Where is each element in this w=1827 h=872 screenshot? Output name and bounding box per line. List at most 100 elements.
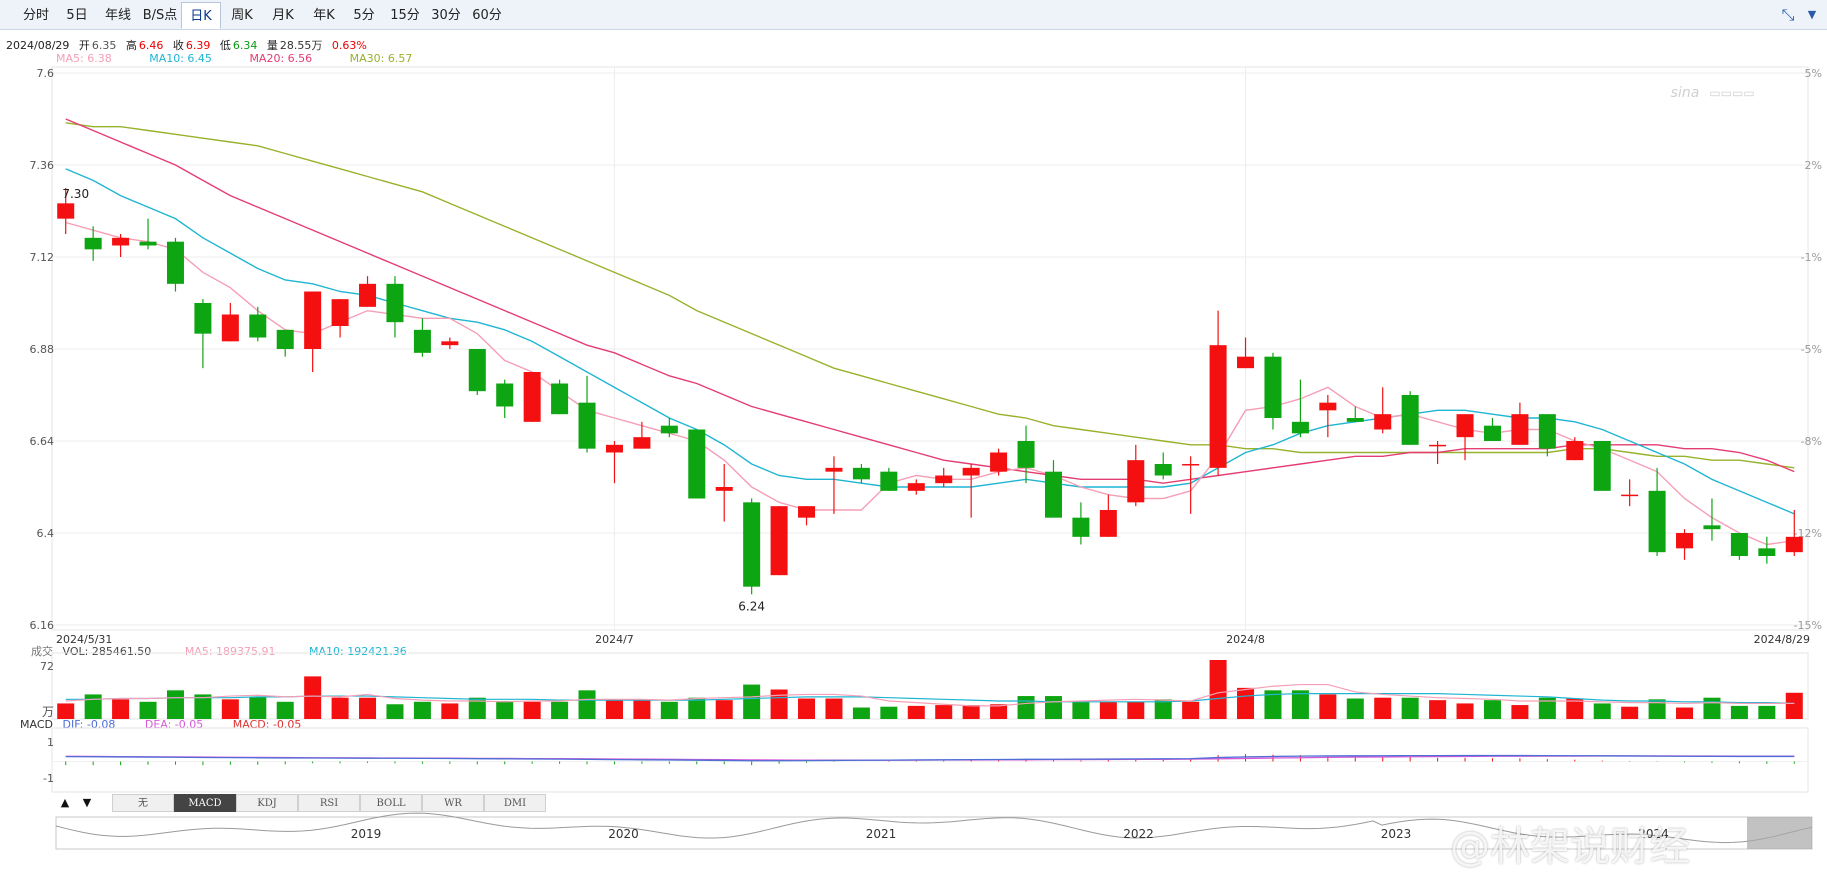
candle-body: [1264, 356, 1282, 418]
candle-body: [1237, 356, 1255, 369]
volume-bar: [1237, 687, 1255, 719]
indicator-tab-1[interactable]: MACD: [174, 794, 236, 812]
candle-body: [1429, 444, 1447, 447]
candle-body: [770, 506, 788, 576]
scroll-up-icon[interactable]: ▲: [56, 794, 74, 812]
volume-bar: [660, 701, 678, 719]
kline-chart[interactable]: sina ▭▭▭▭ 7.6 7.36 7.12 6.88 6.64 6.4 6.16 5% 2…: [0, 0, 1827, 862]
indicator-tab-5[interactable]: WR: [422, 794, 484, 812]
candle-body: [386, 283, 404, 323]
macd-ymax-label: 1: [47, 736, 54, 749]
ma10-line: [65, 168, 1795, 515]
period-tab-bar: 分时 5日 年线 B/S点 日K 周K 月K 年K 5分 15分 30分 60分 ⤡ ▼: [0, 0, 1827, 30]
macd-ymin-label: -1: [43, 772, 54, 785]
tab-10[interactable]: 30分: [426, 2, 466, 29]
candles: [57, 188, 1803, 595]
candle-body: [798, 506, 816, 518]
volume-bar: [331, 697, 349, 719]
high-value: 6.46: [138, 39, 164, 52]
candle-body: [1456, 414, 1474, 438]
tab-11[interactable]: 60分: [467, 2, 507, 29]
tab-6[interactable]: 月K: [263, 2, 303, 29]
volume-bar: [551, 701, 569, 719]
tab-7[interactable]: 年K: [304, 2, 344, 29]
candle-body: [1291, 421, 1309, 434]
volume-bar: [1703, 697, 1721, 719]
volume-bar: [139, 701, 157, 719]
tab-0[interactable]: 分时: [16, 2, 56, 29]
tab-2[interactable]: 年线: [98, 2, 138, 29]
macd-axis: 1 -1: [43, 736, 54, 785]
candle-body: [523, 372, 541, 422]
indicator-tab-6[interactable]: DMI: [484, 794, 546, 812]
tab-1[interactable]: 5日: [57, 2, 97, 29]
tab-5[interactable]: 周K: [222, 2, 262, 29]
volume-bar: [523, 701, 541, 719]
chevron-down-icon[interactable]: ▼: [1803, 6, 1821, 24]
tab-4[interactable]: 日K: [181, 2, 221, 29]
volume-bar: [84, 694, 102, 719]
candle-body: [825, 467, 843, 472]
macd-panel-frame: [51, 727, 1809, 793]
fullscreen-icon[interactable]: ⤡: [1779, 6, 1797, 24]
candle-body: [1593, 441, 1611, 491]
x-tick-label: 2024/8: [1226, 633, 1265, 646]
ma-lines: [65, 118, 1795, 546]
volume-bar: [359, 697, 377, 719]
volume-axis: 72 万: [40, 660, 54, 719]
volume-bar: [221, 699, 239, 719]
candle-body: [688, 429, 706, 499]
ma30-legend: MA30: 6.57: [349, 52, 413, 65]
info-date: 2024/08/29: [6, 39, 70, 52]
candle-body: [633, 437, 651, 449]
volume-bar: [1182, 701, 1200, 719]
right-tick-label: -5%: [1801, 343, 1822, 356]
candle-body: [1209, 345, 1227, 468]
volume-bar: [1209, 660, 1227, 719]
macd-histogram: [65, 754, 1795, 766]
volume-bar: [1758, 705, 1776, 719]
indicator-tab-0[interactable]: 无: [112, 794, 174, 812]
volume-bar: [880, 706, 898, 719]
right-tick-label: -1%: [1801, 251, 1822, 264]
candle-body: [1703, 525, 1721, 530]
candle-body: [249, 314, 267, 338]
price-annotations: 7.30 6.24: [62, 187, 765, 613]
candle-body: [743, 502, 761, 587]
candle-body: [496, 383, 514, 407]
volume-bar: [194, 694, 212, 719]
candle-body: [166, 241, 184, 284]
indicator-tab-3[interactable]: RSI: [298, 794, 360, 812]
price-panel-frame: [51, 66, 1809, 631]
volume-bar: [962, 705, 980, 719]
low-label: 低: [219, 39, 231, 52]
overview-year-label: 2019: [351, 827, 382, 841]
volume-ymax-label: 72: [40, 660, 54, 673]
change-value: 0.63%: [331, 39, 367, 52]
indicator-tab-2[interactable]: KDJ: [236, 794, 298, 812]
volume-bar: [743, 684, 761, 719]
right-axis-labels: 5% 2% -1% -5% -8% -12% -15%: [1794, 67, 1822, 632]
right-tick-label: -12%: [1794, 527, 1822, 540]
watermark: @林架说财经: [1450, 824, 1690, 870]
volume-bar: [1483, 700, 1501, 719]
volume-bar: [1621, 706, 1639, 719]
tab-8[interactable]: 5分: [344, 2, 384, 29]
macd-lines: [65, 754, 1795, 762]
volume-bar: [57, 703, 75, 719]
volume-bar: [1511, 705, 1529, 719]
candle-body: [331, 299, 349, 326]
right-tick-label: -8%: [1801, 435, 1822, 448]
tab-3[interactable]: B/S点: [140, 2, 180, 29]
indicator-tab-4[interactable]: BOLL: [360, 794, 422, 812]
tab-9[interactable]: 15分: [385, 2, 425, 29]
candle-body: [1319, 402, 1337, 411]
volume-bar: [1785, 692, 1803, 719]
volume-bar: [1429, 700, 1447, 719]
volume-bar: [715, 700, 733, 719]
price-annotation: 6.24: [738, 599, 765, 613]
volume-bar: [1099, 701, 1117, 719]
volume-ma10-line: [65, 692, 1795, 705]
macd-dif: DIF: -0.08: [62, 718, 116, 731]
scroll-down-icon[interactable]: ▼: [78, 794, 96, 812]
